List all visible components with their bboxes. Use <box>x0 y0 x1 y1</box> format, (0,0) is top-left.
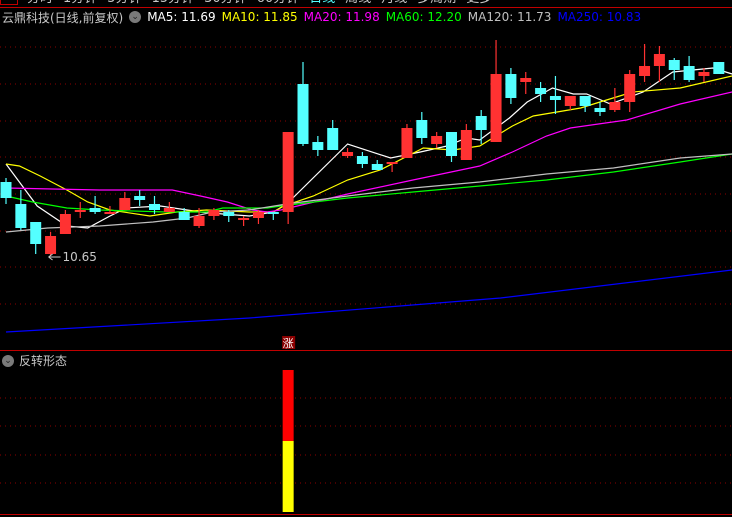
candle-up <box>104 212 116 214</box>
ma-line-ma20 <box>5 91 732 213</box>
candle-up <box>193 216 205 226</box>
candle-up <box>653 54 665 66</box>
candle-down <box>713 62 725 74</box>
candle-down <box>297 84 309 144</box>
candle-up <box>386 162 398 164</box>
candle-down <box>594 108 606 112</box>
candle-down <box>312 142 324 150</box>
chevron-down-circle-icon[interactable]: ⌄ <box>2 354 14 367</box>
candle-up <box>401 128 413 158</box>
candle-up <box>520 78 532 82</box>
candle-up <box>431 136 443 144</box>
candle-down <box>416 120 428 138</box>
candle-up <box>564 96 576 106</box>
candle-up <box>163 208 175 212</box>
ma-line-ma5 <box>5 67 732 229</box>
candle-down <box>371 164 383 170</box>
candle-down <box>535 88 547 94</box>
zhang-badge-label: 涨 <box>283 337 294 350</box>
stock-chart-window: 分时1分钟5分钟15分钟30分钟60分钟日线周线月线多周期更多 云鼎科技(日线,… <box>0 0 732 517</box>
candle-down <box>683 66 695 80</box>
ma-line-ma120 <box>5 153 732 233</box>
indicator-bar-yellow <box>282 441 294 512</box>
candle-up <box>282 132 294 212</box>
candle-up <box>45 236 57 254</box>
candle-up <box>490 74 502 142</box>
candle-down <box>178 212 190 220</box>
indicator-bar-red <box>282 370 294 441</box>
candle-down <box>89 208 101 212</box>
candle-down <box>579 96 591 106</box>
candle-down <box>668 60 680 70</box>
candle-down <box>0 182 12 198</box>
candle-down <box>327 128 339 150</box>
candle-down <box>549 96 561 100</box>
candle-up <box>59 214 71 234</box>
candle-down <box>30 222 42 244</box>
candle-down <box>223 212 235 216</box>
candle-down <box>267 212 279 214</box>
candle-up <box>252 212 264 218</box>
indicator-header: ⌄ 反转形态 <box>2 352 67 369</box>
candle-down <box>475 116 487 130</box>
candlestick-chart[interactable]: 10.65 涨 <box>0 0 732 517</box>
candle-down <box>149 204 160 210</box>
ma-line-ma60 <box>5 153 732 213</box>
candle-up <box>208 210 220 216</box>
candle-down <box>505 74 517 98</box>
candle-down <box>134 196 146 200</box>
candle-down <box>446 132 457 156</box>
candle-up <box>624 74 636 102</box>
candle-up <box>74 210 86 212</box>
candle-up <box>119 198 131 210</box>
candle-up <box>460 130 472 160</box>
candle-down <box>15 204 27 228</box>
candle-up <box>342 152 354 156</box>
candle-up <box>238 218 250 220</box>
candle-up <box>698 72 710 76</box>
candle-up <box>639 66 651 76</box>
ma-line-ma10 <box>5 75 732 217</box>
low-price-label: 10.65 <box>63 250 97 264</box>
indicator-title: 反转形态 <box>19 354 68 368</box>
candle-up <box>609 102 621 110</box>
ma-line-ma250 <box>5 269 732 333</box>
candle-down <box>356 156 368 164</box>
